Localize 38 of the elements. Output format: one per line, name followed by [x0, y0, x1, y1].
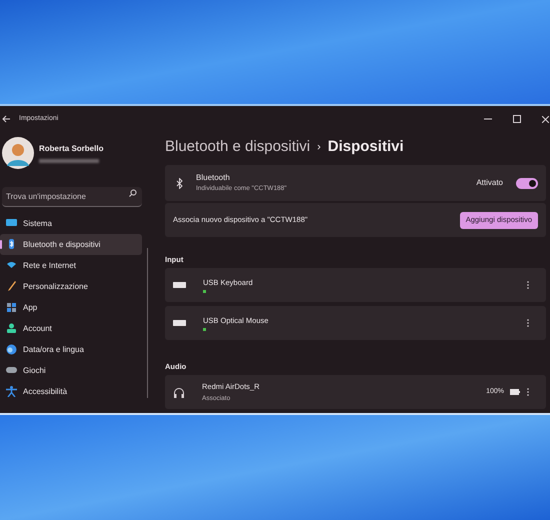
page-title: Dispositivi [328, 137, 404, 158]
bluetooth-icon [176, 178, 183, 189]
sidebar-item[interactable]: App [0, 297, 142, 318]
nav-icon [6, 302, 17, 313]
selection-indicator [0, 240, 2, 249]
profile-name: Roberta Sorbello [39, 143, 104, 155]
headphones-icon [173, 386, 185, 398]
keyboard-icon [173, 282, 186, 288]
breadcrumb-parent[interactable]: Bluetooth e dispositivi [165, 136, 310, 159]
nav-icon [6, 239, 17, 250]
card-title: Bluetooth [196, 172, 231, 184]
search-field[interactable]: Trova un'impostazione [2, 187, 142, 207]
nav-icon [6, 344, 17, 355]
sidebar-item[interactable]: Accessibilità [0, 381, 142, 402]
sidebar-item[interactable]: Data/ora e lingua [0, 339, 142, 360]
sidebar-item[interactable]: Sistema [0, 213, 142, 234]
close-icon [542, 116, 549, 122]
nav-icon [6, 218, 17, 229]
breadcrumb-separator: › [317, 140, 321, 156]
nav-icon [6, 260, 17, 271]
toggle-switch[interactable] [516, 178, 538, 189]
sidebar-item[interactable]: Bluetooth e dispositivi [0, 234, 142, 255]
sidebar-item[interactable]: Giochi [0, 360, 142, 381]
nav-icon [6, 386, 17, 397]
keyboard-icon [173, 320, 186, 326]
redacted-email-bar [39, 159, 99, 163]
maximize-icon [513, 115, 521, 123]
nav-icon [6, 323, 17, 334]
toggle-state-label: Attivato [476, 177, 503, 190]
avatar-silhouette [2, 137, 34, 169]
nav-icon [6, 281, 17, 292]
sidebar-item[interactable]: Account [0, 318, 142, 339]
back-arrow-icon [2, 115, 11, 123]
nav-icon [6, 365, 17, 376]
battery-icon [510, 389, 520, 395]
search-icon [129, 189, 137, 197]
sidebar-item[interactable]: Personalizzazione [0, 276, 142, 297]
sidebar-item[interactable]: Rete e Internet [0, 255, 142, 276]
